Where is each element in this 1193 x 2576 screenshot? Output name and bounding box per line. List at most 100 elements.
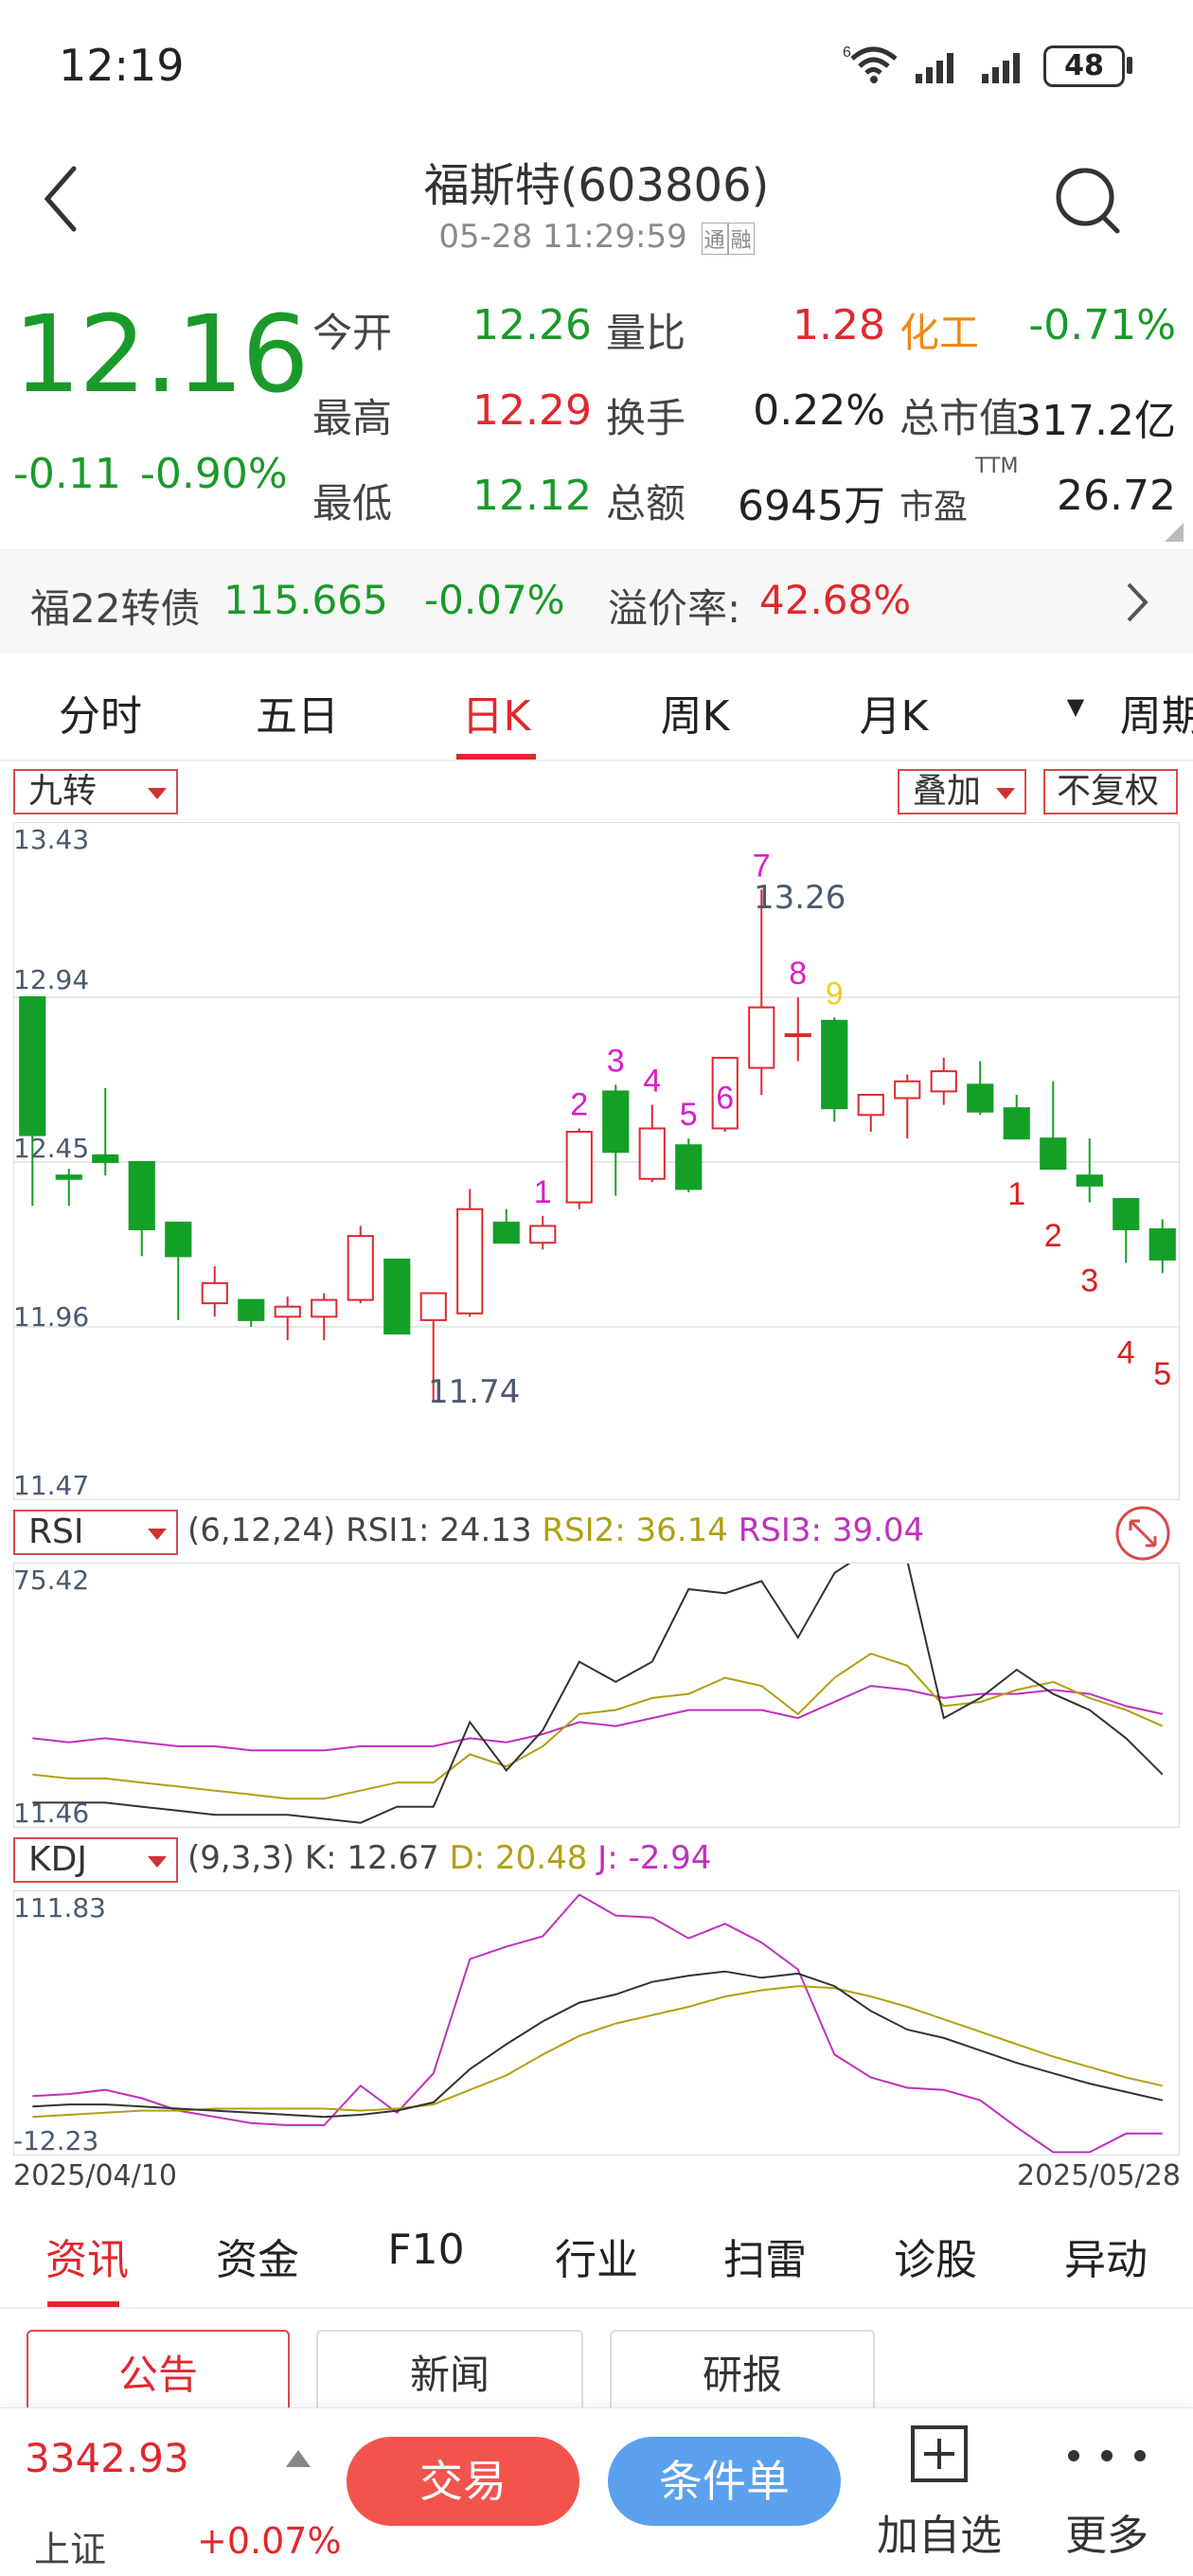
low-value: 12.12: [472, 472, 592, 520]
mktcap-value: 317.2亿: [1015, 397, 1176, 445]
more-button[interactable]: 更多: [1036, 2424, 1178, 2566]
add-square-icon: [911, 2425, 968, 2482]
bond-change: -0.07%: [424, 577, 565, 623]
candle-body: [1040, 1137, 1067, 1171]
mktcap-label: 总市值: [899, 395, 1020, 441]
rsi3-value: RSI3: 39.04: [738, 1512, 925, 1549]
high-price-marker: 13.26: [754, 879, 846, 917]
tab-industry[interactable]: 行业: [521, 2226, 672, 2286]
rsi3-line: [32, 1685, 1164, 1752]
nine-turn-up-label: 2: [570, 1086, 588, 1122]
period-tabs: 分时 五日 日K 周K 月K 周期 ▼: [0, 682, 1193, 767]
tab-daily-k[interactable]: 日K: [401, 682, 591, 742]
signal-icon: [982, 53, 1020, 83]
high-label: 最高: [312, 395, 393, 441]
adjust-button[interactable]: 不复权: [1043, 769, 1178, 814]
kdj-d-value: D: 20.48: [449, 1839, 588, 1877]
search-icon[interactable]: [1051, 163, 1127, 239]
sector-label[interactable]: 化工: [899, 301, 979, 359]
divider: [0, 760, 1193, 761]
corner-triangle-icon: [1165, 523, 1184, 542]
tab-diagnosis[interactable]: 诊股: [860, 2226, 1011, 2286]
candle-body: [128, 1161, 155, 1231]
add-watchlist-button[interactable]: 加自选: [864, 2424, 1015, 2566]
rsi2-line: [32, 1652, 1164, 1800]
status-bar: 12:19 6 48: [0, 0, 1193, 133]
nine-turn-up-label: 4: [643, 1064, 661, 1100]
overlay-select[interactable]: 叠加: [898, 769, 1026, 814]
nine-turn-up-label: 1: [534, 1174, 552, 1210]
candle-body: [383, 1258, 411, 1335]
indicator-select-label: 九转: [28, 772, 98, 811]
rsi-select-label: RSI: [28, 1512, 84, 1551]
sector-change: -0.71%: [1028, 301, 1176, 349]
kdj-chart[interactable]: [13, 1890, 1180, 2156]
tong-tag: 通: [701, 222, 728, 255]
rsi2-value: RSI2: 36.14: [542, 1512, 728, 1549]
k-line: [32, 1970, 1164, 2119]
quote-panel: 12.16 -0.11 -0.90% 今开 最高 最低 12.26 12.29 …: [0, 265, 1193, 549]
tab-monthly-k[interactable]: 月K: [799, 682, 988, 742]
stock-header: 福斯特(603806) 05-28 11:29:59 通融: [0, 142, 1193, 265]
rsi-select[interactable]: RSI: [13, 1510, 178, 1555]
candle-body: [784, 1033, 811, 1038]
premium-label: 溢价率:: [608, 585, 741, 632]
bond-price: 115.665: [223, 577, 388, 623]
tab-five-day[interactable]: 五日: [203, 682, 392, 742]
low-price-marker: 11.74: [428, 1373, 521, 1411]
tab-f10[interactable]: F10: [350, 2226, 502, 2274]
stock-title: 福斯特(603806): [423, 159, 770, 212]
kline-axis-max: 13.43: [13, 824, 90, 855]
candle-body: [638, 1127, 666, 1180]
price-change: -0.11: [13, 450, 121, 498]
rsi-axis-min: 11.46: [13, 1798, 90, 1829]
trade-button[interactable]: 交易: [347, 2437, 579, 2526]
candle-body: [456, 1208, 484, 1315]
wifi-icon: 6: [843, 45, 898, 83]
info-tabs: 资讯 资金 F10 行业 扫雷 诊股 异动: [0, 2226, 1193, 2320]
kdj-select[interactable]: KDJ: [13, 1837, 178, 1883]
convertible-bond-row[interactable]: 福22转债 115.665 -0.07% 溢价率: 42.68%: [0, 549, 1193, 653]
kline-chart[interactable]: 12345678912345: [13, 822, 1181, 1500]
index-change: +0.07%: [197, 2520, 342, 2562]
tab-capital[interactable]: 资金: [182, 2226, 333, 2286]
tab-anomaly[interactable]: 异动: [1030, 2226, 1182, 2286]
kdj-legend: (9,3,3) K: 12.67 D: 20.48 J: -2.94: [187, 1839, 711, 1877]
chevron-right-icon[interactable]: [1123, 579, 1151, 626]
overlay-select-label: 叠加: [913, 772, 982, 811]
candle-body: [529, 1225, 557, 1244]
candle-body: [930, 1070, 957, 1093]
index-value[interactable]: 3342.93: [25, 2435, 189, 2481]
candle-body: [165, 1221, 192, 1258]
nine-turn-up-label: 3: [607, 1043, 625, 1079]
add-watchlist-label: 加自选: [877, 2512, 1002, 2560]
kdj-axis-max: 111.83: [13, 1892, 106, 1923]
tab-period[interactable]: 周期 ▼: [981, 682, 1193, 741]
kdj-params: (9,3,3): [187, 1839, 295, 1877]
candle-body: [274, 1305, 301, 1318]
quote-datetime: 05-28 11:29:59 通融: [0, 218, 1193, 256]
candle-body: [347, 1235, 374, 1301]
candle-body: [821, 1019, 848, 1110]
nine-turn-up-label: 6: [716, 1080, 734, 1116]
tab-weekly-k[interactable]: 周K: [600, 682, 790, 742]
candle-body: [675, 1144, 703, 1190]
bottom-bar: 3342.93 上证 +0.07% 交易 条件单 加自选 更多: [0, 2407, 1193, 2576]
rsi1-value: RSI1: 24.13: [346, 1512, 532, 1549]
battery-level: 48: [1064, 49, 1104, 82]
rsi-legend: (6,12,24) RSI1: 24.13 RSI2: 36.14 RSI3: …: [187, 1512, 924, 1549]
battery-icon: 48: [1043, 45, 1125, 87]
condition-order-button[interactable]: 条件单: [608, 2437, 841, 2526]
rsi-chart[interactable]: [13, 1547, 1180, 1828]
tab-intraday[interactable]: 分时: [6, 682, 195, 742]
candle-body: [238, 1298, 265, 1321]
tab-news-info[interactable]: 资讯: [11, 2226, 163, 2286]
expand-icon[interactable]: [1113, 1504, 1172, 1563]
nine-turn-down-label: 4: [1117, 1335, 1135, 1371]
tab-risk-scan[interactable]: 扫雷: [689, 2226, 841, 2286]
indicator-select[interactable]: 九转: [13, 769, 178, 814]
candle-body: [55, 1174, 82, 1180]
high-value: 12.29: [472, 386, 592, 435]
candle-body: [894, 1080, 921, 1100]
date-end: 2025/05/28: [1017, 2159, 1181, 2192]
